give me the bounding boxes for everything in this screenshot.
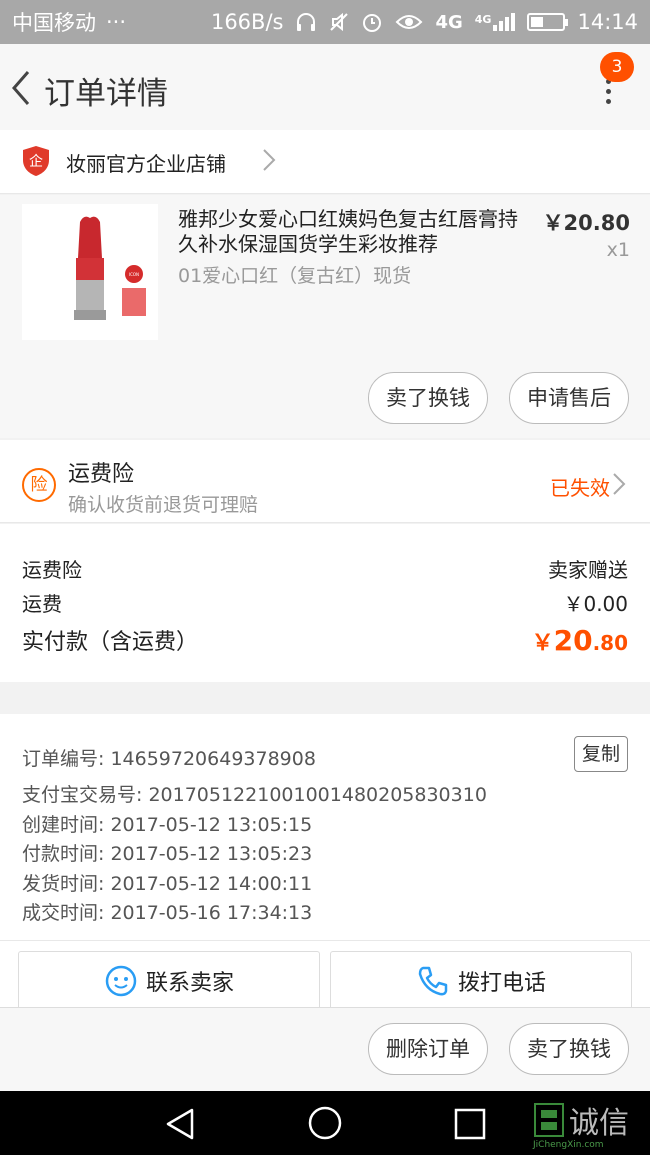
title-bar: 订单详情 <box>0 44 650 130</box>
nav-back-icon[interactable] <box>164 1107 196 1141</box>
insurance-title: 运费险 <box>68 462 135 487</box>
insurance-status: 已失效 <box>550 476 610 500</box>
watermark-url: JiChengXin.com <box>533 1140 604 1150</box>
resell-button[interactable]: 卖了换钱 <box>368 372 488 424</box>
product-quantity: x1 <box>606 239 630 261</box>
fee-insurance-value: 卖家赠送 <box>548 558 628 582</box>
call-phone-button[interactable]: 拨打电话 <box>330 951 632 1009</box>
bottom-action-bar: 删除订单 卖了换钱 <box>0 1007 650 1091</box>
product-price: ￥20.80 <box>542 211 630 235</box>
product-title[interactable]: 雅邦少女爱心口红姨妈色复古红唇膏持久补水保湿国货学生彩妆推荐 <box>178 207 518 257</box>
total-integer: 20 <box>553 624 593 657</box>
after-sale-button[interactable]: 申请售后 <box>509 372 629 424</box>
status-bar: 中国移动 ··· 166B/s 4G 4G 14:14 <box>0 0 650 44</box>
paid-time: 付款时间: 2017-05-12 13:05:23 <box>22 843 313 865</box>
insurance-icon: 险 <box>22 468 56 502</box>
battery-fill <box>531 17 544 27</box>
insurance-desc: 确认收货前退货可理赔 <box>68 494 259 516</box>
network-4g-small-label: 4G <box>474 13 492 26</box>
watermark-text: 诚信 <box>569 1106 629 1141</box>
battery-icon <box>527 13 569 31</box>
alarm-icon <box>363 14 382 32</box>
bottom-resell-button[interactable]: 卖了换钱 <box>509 1023 629 1075</box>
created-time: 创建时间: 2017-05-12 13:05:15 <box>22 814 313 836</box>
fee-insurance-label: 运费险 <box>22 558 82 582</box>
order-info: 订单编号: 14659720649378908 复制 支付宝交易号: 20170… <box>0 714 650 940</box>
call-phone-label: 拨打电话 <box>457 970 546 996</box>
eye-icon <box>396 15 423 29</box>
mute-icon <box>330 12 349 32</box>
shipping-insurance-row[interactable]: 险 运费险 确认收货前退货可理赔 已失效 <box>0 440 650 523</box>
order-number: 订单编号: 14659720649378908 <box>22 748 316 770</box>
watermark-mark-icon <box>534 1103 564 1137</box>
shipped-time: 发货时间: 2017-05-12 14:00:11 <box>22 873 313 895</box>
back-arrow-icon[interactable] <box>8 68 38 108</box>
enterprise-shield-icon: 企 <box>23 146 49 176</box>
alipay-trade-number: 支付宝交易号: 2017051221001001480205830310 <box>22 784 487 806</box>
signal-icon: 4G <box>475 13 516 31</box>
fee-shipping-value: ￥0.00 <box>563 592 628 616</box>
copy-order-button[interactable]: 复制 <box>574 736 628 772</box>
status-dots: ··· <box>106 10 127 34</box>
shop-name: 妆丽官方企业店铺 <box>66 152 226 176</box>
carrier-label: 中国移动 <box>12 11 96 35</box>
chat-smile-icon <box>105 965 137 996</box>
shop-row[interactable]: 企 妆丽官方企业店铺 <box>0 130 650 194</box>
shop-badge-text: 企 <box>29 153 43 170</box>
fee-row-total: 实付款（含运费） ￥20.80 <box>22 624 628 657</box>
fee-row-shipping: 运费 ￥0.00 <box>22 588 628 617</box>
nav-home-icon[interactable] <box>307 1105 343 1141</box>
phone-icon <box>418 966 448 995</box>
lipstick-image: ICON <box>22 204 158 340</box>
delete-order-button[interactable]: 删除订单 <box>368 1023 488 1075</box>
product-thumbnail[interactable]: ICON <box>22 204 158 340</box>
product-thumb-label: ICON <box>129 272 139 277</box>
contact-row: 联系卖家 拨打电话 <box>0 940 650 1009</box>
chevron-right-icon <box>613 473 626 495</box>
nav-recents-icon[interactable] <box>454 1108 486 1140</box>
notification-badge: 3 <box>600 52 634 82</box>
contact-seller-button[interactable]: 联系卖家 <box>18 951 320 1009</box>
chevron-right-icon <box>263 149 276 171</box>
fee-summary: 运费险 卖家赠送 运费 ￥0.00 实付款（含运费） ￥20.80 <box>0 524 650 682</box>
page-title: 订单详情 <box>44 76 168 112</box>
completed-time: 成交时间: 2017-05-16 17:34:13 <box>22 902 313 924</box>
headphones-icon <box>297 13 316 31</box>
contact-seller-label: 联系卖家 <box>145 970 234 996</box>
fee-shipping-label: 运费 <box>22 592 62 616</box>
network-4g-label: 4G <box>435 11 463 33</box>
clock: 14:14 <box>577 10 638 34</box>
fee-row-insurance: 运费险 卖家赠送 <box>22 554 628 583</box>
total-amount: ￥20.80 <box>532 624 628 657</box>
total-currency: ￥ <box>531 631 554 656</box>
total-decimal: .80 <box>592 631 628 655</box>
product-item[interactable]: ICON 雅邦少女爱心口红姨妈色复古红唇膏持久补水保湿国货学生彩妆推荐 01爱心… <box>0 195 650 438</box>
watermark-logo: 诚信 JiChengXin.com <box>533 1098 629 1150</box>
network-speed: 166B/s <box>210 10 284 34</box>
product-sku: 01爱心口红（复古红）现货 <box>178 265 412 287</box>
total-label: 实付款（含运费） <box>22 630 199 655</box>
